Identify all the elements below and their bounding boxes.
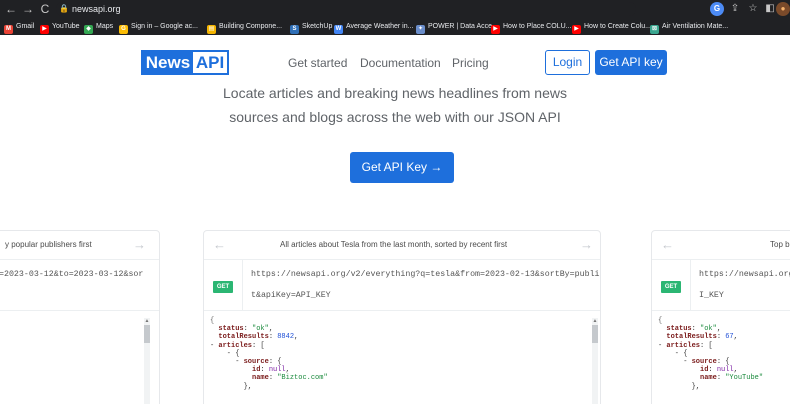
share-icon[interactable]: ⇪: [728, 2, 742, 16]
bookmark-maps[interactable]: ◆ Maps: [84, 20, 113, 34]
gmail-icon: M: [4, 25, 13, 34]
address-row: ← → C 🔒 newsapi.org G ⇪ ☆ ◧ ●: [0, 0, 790, 18]
building-icon: ▤: [207, 25, 216, 34]
bookmarks-bar: M Gmail ▶ YouTube ◆ Maps G Sign in – Google …: [0, 19, 790, 35]
hero-get-api-key-button[interactable]: Get API Key →: [350, 152, 454, 183]
bookmark-youtube[interactable]: ▶ YouTube: [40, 20, 80, 34]
lock-icon: 🔒: [59, 4, 69, 13]
youtube-icon: ▶: [40, 25, 49, 34]
next-arrow-icon[interactable]: →: [580, 238, 593, 252]
divider: [242, 260, 243, 311]
url-text: newsapi.org: [72, 4, 121, 14]
address-bar[interactable]: 🔒 newsapi.org: [56, 2, 636, 16]
bookmark-weather[interactable]: W Average Weather in...: [334, 20, 413, 34]
bookmark-google-signin[interactable]: G Sign in – Google ac...: [119, 20, 198, 34]
status-value: "ok": [700, 325, 717, 334]
toolbar-icons: G ⇪ ☆ ◧ ●: [670, 0, 790, 18]
scrollbar-thumb[interactable]: [144, 325, 150, 343]
get-method-badge: GET: [661, 281, 681, 293]
status-value: "ok": [252, 325, 269, 334]
prev-arrow-icon[interactable]: ←: [213, 238, 226, 252]
scrollbar[interactable]: ▲: [144, 318, 150, 404]
nav-pricing[interactable]: Pricing: [452, 56, 489, 70]
youtube-icon: ▶: [491, 25, 500, 34]
forward-button[interactable]: →: [21, 1, 35, 17]
sketchup-icon: S: [290, 25, 299, 34]
bookmark-place-column[interactable]: ▶ How to Place COLU...: [491, 20, 571, 34]
bookmark-sketchup[interactable]: S SketchUp: [290, 20, 332, 34]
json-response: { status: "ok", totalResults: 8842, - ar…: [210, 317, 328, 391]
response-panel: { status: "ok", totalResults: 8842, - ar…: [204, 311, 600, 404]
response-panel: { status: "ok", totalResults: 67, - arti…: [652, 311, 790, 404]
source-name-value: "Biztoc.com": [277, 374, 328, 383]
request-url[interactable]: https://newsapi.org/v2/everything?q=tesl…: [251, 264, 601, 306]
request-row: GET https://newsapi.org/v I_KEY: [652, 260, 790, 311]
bookmark-power[interactable]: ✦ POWER | Data Acce...: [416, 20, 498, 34]
nav-documentation[interactable]: Documentation: [360, 56, 441, 70]
nav-get-started[interactable]: Get started: [288, 56, 347, 70]
request-url[interactable]: =2023-03-12&to=2023-03-12&sor: [0, 264, 143, 285]
request-row: =2023-03-12&to=2023-03-12&sor: [0, 260, 159, 311]
source-name-value: "YouTube": [725, 374, 764, 383]
card-title: All articles about Tesla from the last m…: [280, 240, 508, 249]
bookmark-air-ventilation[interactable]: ⊠ Air Ventilation Mate...: [650, 20, 728, 34]
total-results-value: 8842: [277, 333, 295, 342]
weather-icon: W: [334, 25, 343, 34]
example-card-right: ← Top b GET https://newsapi.org/v I_KEY …: [651, 230, 790, 404]
request-url-line-2: t&apiKey=API_KEY: [251, 291, 331, 300]
scroll-up-icon[interactable]: ▲: [592, 318, 598, 324]
scrollbar[interactable]: ▲: [592, 318, 598, 404]
response-panel: ▲: [0, 311, 159, 404]
card-title: y popular publishers first: [5, 240, 92, 249]
youtube-icon: ▶: [572, 25, 581, 34]
prev-arrow-icon[interactable]: ←: [661, 238, 674, 252]
divider: [690, 260, 691, 311]
request-row: GET https://newsapi.org/v2/everything?q=…: [204, 260, 600, 311]
bookmark-create-column[interactable]: ▶ How to Create Colu...: [572, 20, 651, 34]
profile-avatar[interactable]: ●: [776, 2, 790, 16]
star-icon[interactable]: ☆: [746, 2, 760, 16]
scroll-up-icon[interactable]: ▲: [144, 318, 150, 324]
request-url-line-2: I_KEY: [699, 291, 724, 300]
total-results-value: 67: [725, 333, 734, 342]
login-button[interactable]: Login: [545, 50, 590, 75]
maps-icon: ◆: [84, 25, 93, 34]
google-icon: G: [119, 25, 128, 34]
card-header: y popular publishers first →: [0, 231, 159, 260]
card-header: ← All articles about Tesla from the last…: [204, 231, 600, 260]
tab-panel-icon[interactable]: ◧: [763, 2, 777, 16]
request-url-line-1: https://newsapi.org/v2/everything?q=tesl…: [251, 270, 601, 279]
json-response: { status: "ok", totalResults: 67, - arti…: [658, 317, 764, 391]
logo-api: API: [195, 53, 225, 72]
browser-chrome: ← → C 🔒 newsapi.org G ⇪ ☆ ◧ ● M Gmail ▶ Yo…: [0, 0, 790, 35]
scrollbar-thumb[interactable]: [592, 325, 598, 343]
google-lens-icon[interactable]: G: [710, 2, 724, 16]
get-api-key-button[interactable]: Get API key: [595, 50, 667, 75]
hero-line-1: Locate articles and breaking news headli…: [223, 85, 567, 101]
card-header: ← Top b: [652, 231, 790, 260]
reload-button[interactable]: C: [38, 1, 52, 17]
example-card-tesla: ← All articles about Tesla from the last…: [203, 230, 601, 404]
logo-news: News: [143, 52, 193, 73]
chart-icon: ⊠: [650, 25, 659, 34]
card-title: Top b: [770, 240, 790, 249]
request-url-line-1: https://newsapi.org/v: [699, 270, 790, 279]
bookmark-gmail[interactable]: M Gmail: [4, 20, 34, 34]
site-header: News API Get started Documentation Prici…: [0, 35, 790, 79]
bookmark-building[interactable]: ▤ Building Compone...: [207, 20, 282, 34]
get-method-badge: GET: [213, 281, 233, 293]
request-url[interactable]: https://newsapi.org/v I_KEY: [699, 264, 790, 306]
next-arrow-icon[interactable]: →: [133, 238, 146, 252]
back-button[interactable]: ←: [4, 1, 18, 17]
nasa-icon: ✦: [416, 25, 425, 34]
newsapi-logo[interactable]: News API: [141, 50, 229, 75]
hero-line-2: sources and blogs across the web with ou…: [229, 109, 561, 125]
example-card-left: y popular publishers first → =2023-03-12…: [0, 230, 160, 404]
